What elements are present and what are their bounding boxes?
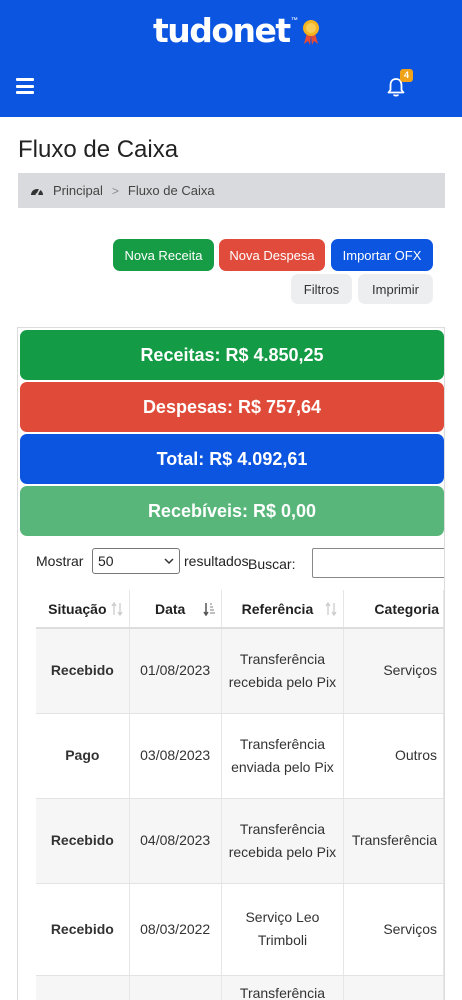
table-header-row: Situação Data Referência Categoria <box>36 590 444 629</box>
page-title: Fluxo de Caixa <box>18 136 179 163</box>
column-label: Referência <box>241 600 314 617</box>
sort-icon <box>111 602 123 616</box>
breadcrumb-separator: > <box>111 183 119 198</box>
column-header-data[interactable]: Data <box>129 590 222 629</box>
print-button[interactable]: Imprimir <box>358 274 433 304</box>
table-row[interactable]: Recebido 04/08/2023 Transferência recebi… <box>36 798 444 884</box>
breadcrumb-home-link[interactable]: Principal <box>53 183 103 198</box>
status-cell: Recebido <box>36 798 130 884</box>
chevron-down-icon <box>164 558 174 565</box>
column-header-categoria[interactable]: Categoria <box>343 590 444 629</box>
cash-flow-table: Situação Data Referência Categoria Receb… <box>36 590 444 1000</box>
reference-cell: Serviço Leo Trimboli <box>221 883 345 976</box>
brand-logo[interactable]: tudonet ™ <box>153 10 320 50</box>
breadcrumb: Principal > Fluxo de Caixa <box>18 173 445 208</box>
status-cell <box>36 975 130 1000</box>
top-bar: tudonet ™ 4 <box>0 0 462 117</box>
date-cell: 08/03/2022 <box>129 883 222 976</box>
status-cell: Recebido <box>36 883 130 976</box>
dashboard-gauge-icon <box>31 188 43 196</box>
column-label: Categoria <box>374 600 439 617</box>
notification-badge: 4 <box>400 69 413 82</box>
date-cell: 03/08/2023 <box>129 713 222 799</box>
expense-total-card: Despesas: R$ 757,64 <box>20 382 444 432</box>
page-size-value: 50 <box>98 553 114 569</box>
category-cell: Outros <box>343 713 444 799</box>
award-ribbon-icon <box>302 20 319 45</box>
table-row[interactable]: Recebido 01/08/2023 Transferência recebi… <box>36 628 444 714</box>
date-cell: 01/08/2023 <box>129 628 222 714</box>
status-cell: Pago <box>36 713 130 799</box>
breadcrumb-current: Fluxo de Caixa <box>127 183 215 198</box>
date-cell <box>129 975 222 1000</box>
hamburger-menu-icon[interactable] <box>16 78 34 94</box>
balance-total-card: Total: R$ 4.092,61 <box>20 434 444 484</box>
table-row[interactable]: Transferência <box>36 975 444 1000</box>
sort-icon <box>325 602 337 616</box>
filters-button[interactable]: Filtros <box>291 274 352 304</box>
show-label: Mostrar <box>36 553 84 569</box>
new-income-button[interactable]: Nova Receita <box>113 239 214 271</box>
status-cell: Recebido <box>36 628 130 714</box>
category-cell: Transferência <box>343 798 444 884</box>
page-size-select[interactable]: 50 <box>92 548 180 574</box>
category-cell <box>343 975 444 1000</box>
reference-cell: Transferência enviada pelo Pix <box>221 713 345 799</box>
logo-text: tudonet <box>153 10 291 50</box>
cash-flow-panel: Receitas: R$ 4.850,25 Despesas: R$ 757,6… <box>17 327 445 1000</box>
column-label: Situação <box>48 600 107 617</box>
new-expense-button[interactable]: Nova Despesa <box>219 239 325 271</box>
column-header-referencia[interactable]: Referência <box>221 590 345 629</box>
import-ofx-button[interactable]: Importar OFX <box>331 239 433 271</box>
income-total-card: Receitas: R$ 4.850,25 <box>20 330 444 380</box>
search-label: Buscar: <box>248 556 296 572</box>
sort-descending-icon <box>203 603 215 616</box>
column-header-situacao[interactable]: Situação <box>36 590 130 629</box>
search-input[interactable] <box>312 548 444 578</box>
table-row[interactable]: Pago 03/08/2023 Transferência enviada pe… <box>36 713 444 799</box>
receivables-total-card: Recebíveis: R$ 0,00 <box>20 486 444 536</box>
category-cell: Serviços <box>343 883 444 976</box>
table-row[interactable]: Recebido 08/03/2022 Serviço Leo Trimboli… <box>36 883 444 976</box>
results-label: resultados <box>184 553 249 569</box>
reference-cell: Transferência recebida pelo Pix <box>221 628 345 714</box>
column-label: Data <box>155 600 186 617</box>
date-cell: 04/08/2023 <box>129 798 222 884</box>
logo-trademark: ™ <box>290 16 298 24</box>
reference-cell: Transferência recebida pelo Pix <box>221 798 345 884</box>
category-cell: Serviços <box>343 628 444 714</box>
reference-cell: Transferência <box>221 975 345 1000</box>
